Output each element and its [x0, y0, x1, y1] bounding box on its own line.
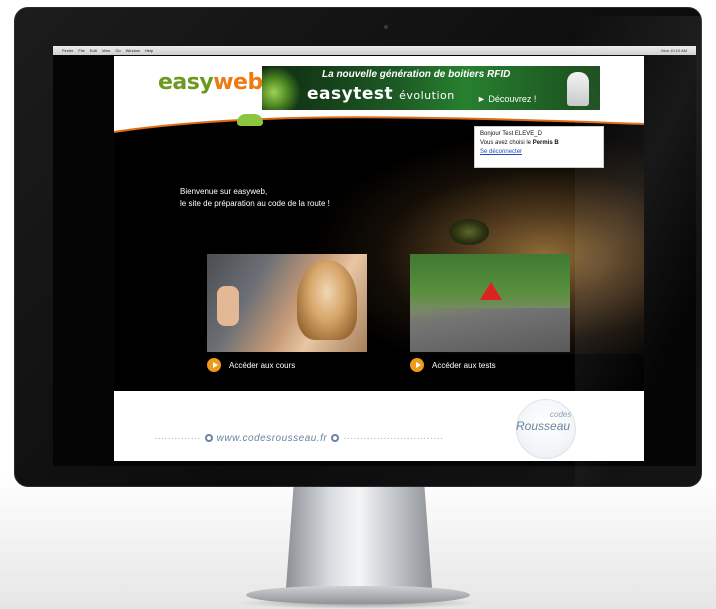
play-icon: [410, 358, 424, 372]
license-choice-prefix: Vous avez choisi le: [480, 140, 532, 146]
driver-portrait: [297, 260, 357, 340]
menubar-status: Mon 10:10 AM: [661, 48, 692, 53]
courses-link-label: Accéder aux cours: [229, 360, 296, 370]
user-info-box: Bonjour Test ELEVE_D Vous avez choisi le…: [474, 126, 604, 168]
logo-part-easy: easy: [158, 70, 214, 95]
license-choice-value: Permis B: [532, 140, 559, 146]
welcome-line-2: le site de préparation au code de la rou…: [180, 199, 330, 208]
trophy-icon: [567, 72, 589, 106]
courses-image[interactable]: [207, 254, 367, 352]
footer-url-line: ·············· www.codesrousseau.fr ······…: [154, 433, 443, 444]
road-sign-graphic: [480, 282, 502, 300]
easyweb-logo[interactable]: easyweb: [158, 70, 263, 95]
car-icon: [237, 114, 263, 126]
tests-card[interactable]: Accéder aux tests: [410, 254, 570, 378]
brand-codes-text: codes: [550, 410, 572, 419]
menu-view[interactable]: View: [102, 48, 111, 53]
monitor-stand-base: [246, 586, 470, 604]
banner-brand-name: easytest: [307, 84, 394, 104]
menu-go[interactable]: Go: [115, 48, 120, 53]
logo-part-web: web: [213, 70, 263, 95]
banner-brand-sub: évolution: [399, 89, 455, 102]
user-greeting: Bonjour Test ELEVE_D: [480, 131, 542, 137]
os-menubar: Finder File Edit View Go Window Help Mon…: [53, 46, 696, 55]
screen: Finder File Edit View Go Window Help Mon…: [53, 46, 696, 466]
courses-card[interactable]: Accéder aux cours: [207, 254, 367, 378]
menu-finder[interactable]: Finder: [62, 48, 73, 53]
camera-icon: [384, 25, 388, 29]
leopard-eye: [449, 219, 489, 245]
site-footer: ·············· www.codesrousseau.fr ······…: [114, 391, 644, 461]
ring-icon: [331, 434, 340, 443]
ring-icon: [204, 434, 213, 443]
menu-file[interactable]: File: [78, 48, 84, 53]
clock[interactable]: Mon 10:10 AM: [661, 48, 687, 53]
banner-tagline: La nouvelle génération de boitiers RFID: [322, 69, 511, 80]
menu-help[interactable]: Help: [145, 48, 153, 53]
logout-link[interactable]: Se déconnecter: [480, 148, 598, 157]
welcome-text: Bienvenue sur easyweb, le site de prépar…: [180, 186, 330, 210]
tests-link-label: Accéder aux tests: [432, 360, 496, 370]
dotted-line: ··············: [154, 433, 201, 444]
tests-link[interactable]: Accéder aux tests: [410, 358, 570, 372]
banner-brand: easytest évolution: [307, 84, 455, 104]
play-icon: [207, 358, 221, 372]
tests-image[interactable]: [410, 254, 570, 352]
road-graphic: [410, 308, 570, 352]
site-header: easyweb La nouvelle génération de boitie…: [114, 56, 644, 138]
menu-window[interactable]: Window: [126, 48, 140, 53]
license-choice: Vous avez choisi le Permis B: [480, 139, 598, 148]
web-page: easyweb La nouvelle génération de boitie…: [114, 56, 644, 461]
brand-name-text: Rousseau: [516, 419, 571, 433]
courses-link[interactable]: Accéder aux cours: [207, 358, 367, 372]
banner-cta-link[interactable]: ► Découvrez !: [477, 94, 536, 104]
dotted-line: ······························: [343, 433, 444, 444]
menu-edit[interactable]: Edit: [90, 48, 97, 53]
welcome-line-1: Bienvenue sur easyweb,: [180, 187, 268, 196]
thumbs-up-graphic: [217, 286, 239, 326]
monitor-stand: [286, 470, 432, 588]
rfid-banner[interactable]: La nouvelle génération de boitiers RFID …: [262, 66, 600, 110]
footer-url[interactable]: www.codesrousseau.fr: [217, 433, 328, 444]
monitor-bezel: Finder File Edit View Go Window Help Mon…: [14, 7, 715, 487]
leaf-graphic: [262, 66, 302, 110]
